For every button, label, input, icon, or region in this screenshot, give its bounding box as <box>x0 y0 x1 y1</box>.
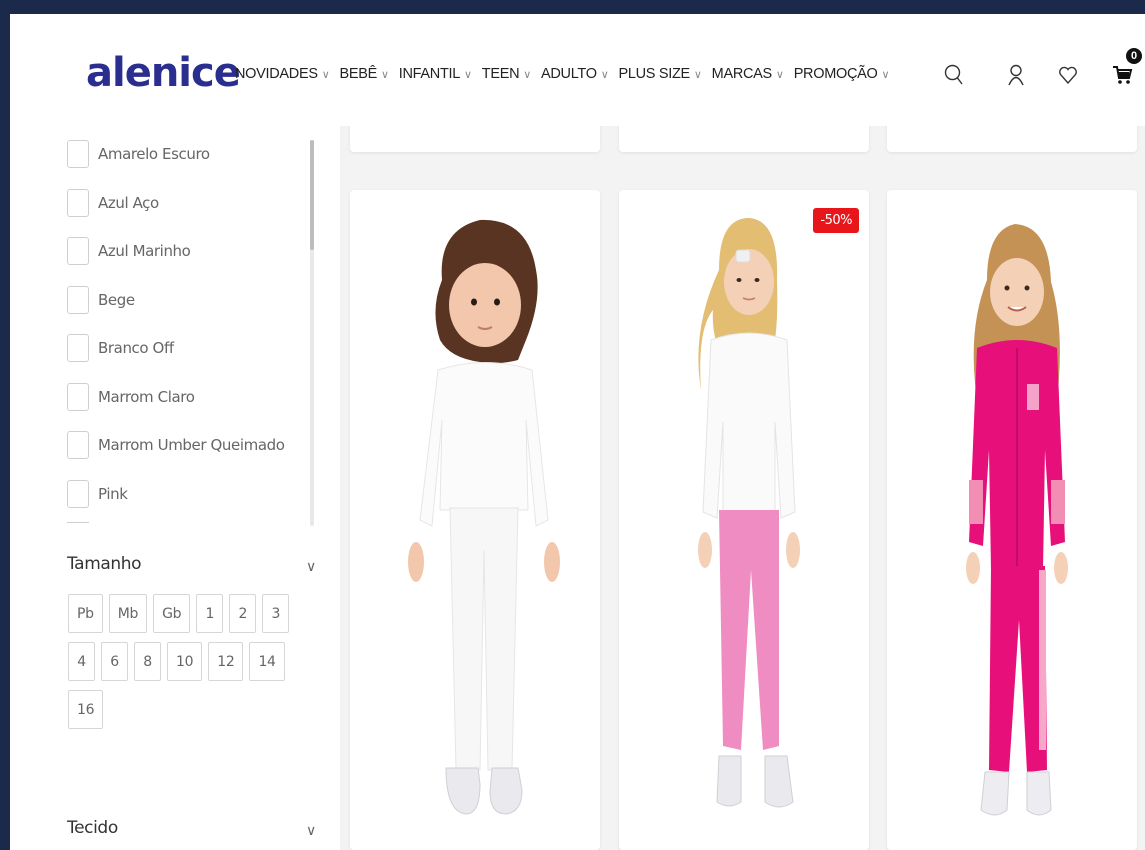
chevron-down-icon: ∨ <box>881 68 890 81</box>
size-row: 16 <box>68 690 308 729</box>
color-label: Branco Off <box>98 339 174 358</box>
color-label: Pink <box>98 484 128 503</box>
color-filter-list: Amarelo Escuro Azul Aço Azul Marinho Beg… <box>67 130 285 518</box>
size-chip[interactable]: 3 <box>262 594 290 633</box>
size-chip[interactable]: Pb <box>68 594 103 633</box>
checkbox-partial <box>67 522 89 526</box>
size-filter-grid: Pb Mb Gb 1 2 3 4 6 8 10 12 14 16 <box>68 594 308 738</box>
nav-item-plus-size[interactable]: PLUS SIZE ∨ <box>618 66 701 82</box>
size-chip[interactable]: Mb <box>108 594 148 633</box>
brand-logo[interactable]: alenice <box>86 50 241 96</box>
color-option-bege[interactable]: Bege <box>67 276 285 325</box>
chevron-down-icon[interactable]: ∨ <box>306 558 316 575</box>
nav-label: BEBÊ <box>339 66 377 82</box>
discount-badge: -50% <box>813 208 859 233</box>
size-chip[interactable]: 12 <box>208 642 244 681</box>
color-option-branco-off[interactable]: Branco Off <box>67 324 285 373</box>
color-option-amarelo-escuro[interactable]: Amarelo Escuro <box>67 130 285 179</box>
nav-item-promocao[interactable]: PROMOÇÃO ∨ <box>794 66 890 82</box>
color-option-azul-marinho[interactable]: Azul Marinho <box>67 227 285 276</box>
product-card[interactable] <box>887 190 1137 850</box>
chevron-down-icon: ∨ <box>775 68 784 81</box>
cart-count-badge: 0 <box>1126 48 1142 64</box>
user-icon[interactable] <box>1003 60 1029 90</box>
chevron-down-icon: ∨ <box>321 68 330 81</box>
nav-label: PROMOÇÃO <box>793 66 878 82</box>
size-chip[interactable]: 10 <box>167 642 203 681</box>
nav-label: ADULTO <box>541 66 597 82</box>
heart-icon[interactable] <box>1055 60 1081 90</box>
filter-scrollbar-thumb[interactable] <box>310 140 314 250</box>
nav-label: INFANTIL <box>398 66 461 82</box>
search-icon[interactable] <box>941 60 967 90</box>
site-header: alenice NOVIDADES ∨ BEBÊ ∨ INFANTIL ∨ TEEN ∨… <box>10 14 1145 126</box>
checkbox[interactable] <box>67 237 89 266</box>
checkbox[interactable] <box>67 285 89 314</box>
size-row: 4 6 8 10 12 14 <box>68 642 308 681</box>
checkbox[interactable] <box>67 431 89 460</box>
chevron-down-icon[interactable]: ∨ <box>306 822 316 839</box>
product-image-girl-white-top-pink-pants[interactable] <box>619 190 869 850</box>
chevron-down-icon: ∨ <box>600 68 609 81</box>
color-option-marrom-claro[interactable]: Marrom Claro <box>67 373 285 422</box>
size-row: Pb Mb Gb 1 2 3 <box>68 594 308 633</box>
main-nav: NOVIDADES ∨ BEBÊ ∨ INFANTIL ∨ TEEN ∨ ADULTO ∨… <box>235 66 890 82</box>
color-label: Amarelo Escuro <box>98 145 210 164</box>
color-label: Azul Aço <box>98 193 159 212</box>
color-label: Marrom Umber Queimado <box>98 436 285 455</box>
nav-item-adulto[interactable]: ADULTO ∨ <box>541 66 609 82</box>
nav-item-marcas[interactable]: MARCAS ∨ <box>712 66 784 82</box>
color-option-marrom-umber-queimado[interactable]: Marrom Umber Queimado <box>67 421 285 470</box>
size-chip[interactable]: 16 <box>68 690 104 729</box>
nav-item-bebe[interactable]: BEBÊ ∨ <box>339 66 389 82</box>
nav-item-infantil[interactable]: INFANTIL ∨ <box>399 66 472 82</box>
page-frame: alenice NOVIDADES ∨ BEBÊ ∨ INFANTIL ∨ TEEN ∨… <box>10 14 1145 850</box>
checkbox[interactable] <box>67 188 89 217</box>
size-chip[interactable]: 1 <box>196 594 224 633</box>
size-chip[interactable]: 4 <box>68 642 95 681</box>
size-chip[interactable]: 6 <box>101 642 128 681</box>
size-chip[interactable]: 2 <box>229 594 257 633</box>
nav-label: PLUS SIZE <box>618 66 690 82</box>
chevron-down-icon: ∨ <box>523 68 532 81</box>
size-chip[interactable]: 8 <box>134 642 161 681</box>
product-card[interactable] <box>350 190 600 850</box>
product-image-girl-pink-tracksuit[interactable] <box>887 190 1137 850</box>
color-label: Bege <box>98 290 135 309</box>
nav-item-novidades[interactable]: NOVIDADES ∨ <box>235 66 330 82</box>
chevron-down-icon: ∨ <box>693 68 702 81</box>
size-chip[interactable]: Gb <box>153 594 191 633</box>
checkbox[interactable] <box>67 382 89 411</box>
chevron-down-icon: ∨ <box>380 68 389 81</box>
size-filter-title[interactable]: Tamanho <box>67 554 142 574</box>
color-option-azul-aco[interactable]: Azul Aço <box>67 179 285 228</box>
nav-label: NOVIDADES <box>235 66 318 82</box>
color-label: Azul Marinho <box>98 242 191 261</box>
fabric-filter-title[interactable]: Tecido <box>67 818 118 838</box>
nav-label: MARCAS <box>711 66 773 82</box>
checkbox[interactable] <box>67 140 89 169</box>
nav-label: TEEN <box>481 66 520 82</box>
product-card[interactable]: -50% <box>619 190 869 850</box>
checkbox[interactable] <box>67 334 89 363</box>
filter-sidebar: Amarelo Escuro Azul Aço Azul Marinho Beg… <box>10 126 340 850</box>
color-label: Marrom Claro <box>98 387 195 406</box>
chevron-down-icon: ∨ <box>464 68 472 81</box>
size-chip[interactable]: 14 <box>249 642 285 681</box>
nav-item-teen[interactable]: TEEN ∨ <box>481 66 532 82</box>
cart-icon[interactable]: 0 <box>1110 48 1142 90</box>
product-image-baby-white-outfit[interactable] <box>350 190 600 850</box>
checkbox[interactable] <box>67 479 89 508</box>
color-option-pink[interactable]: Pink <box>67 470 285 519</box>
